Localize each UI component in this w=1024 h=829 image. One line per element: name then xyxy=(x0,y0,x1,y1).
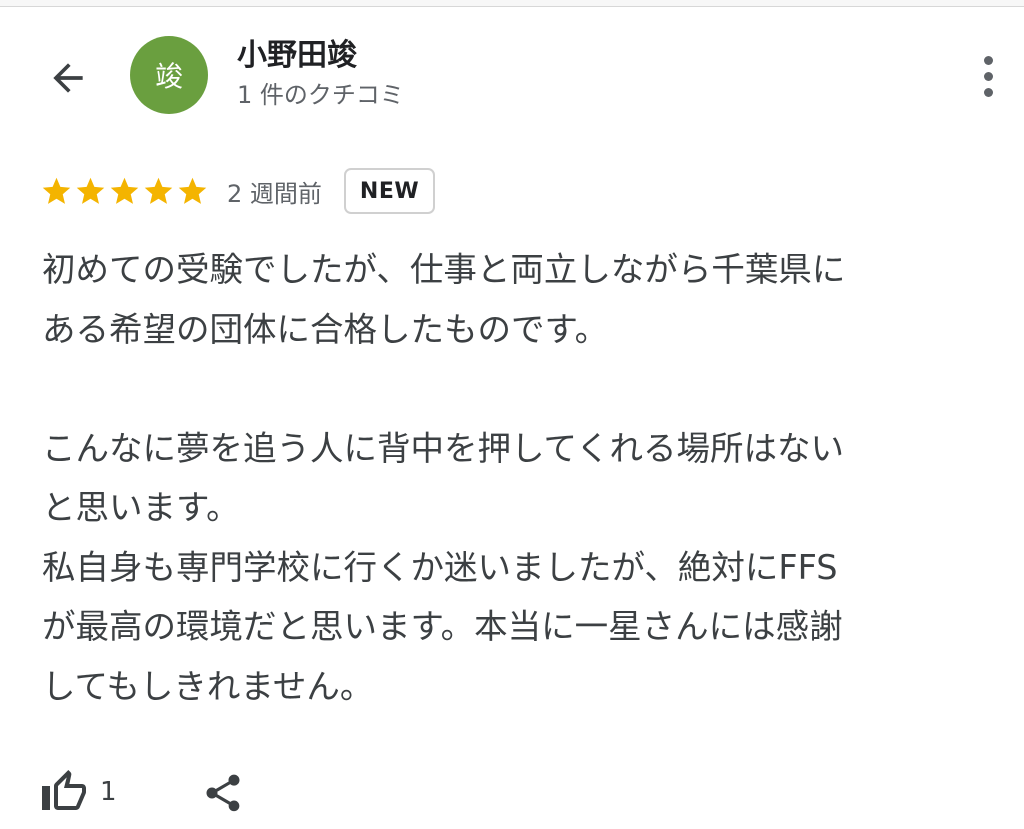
review-time: 2 週間前 xyxy=(227,179,322,208)
review-count: 1 件のクチコミ xyxy=(237,81,404,109)
like-button[interactable]: 1 xyxy=(40,766,117,818)
new-badge: NEW xyxy=(343,168,436,214)
review-text-line xyxy=(42,359,992,419)
review-text: 初めての受験でしたが、仕事と両立しながら千葉県に ある希望の団体に合格したものです… xyxy=(42,240,992,716)
review-text-line: 初めての受験でしたが、仕事と両立しながら千葉県に xyxy=(42,250,846,289)
more-options-button[interactable] xyxy=(966,50,1010,102)
top-divider xyxy=(0,0,1024,7)
author-name[interactable]: 小野田竣 xyxy=(237,36,357,76)
share-button[interactable] xyxy=(198,766,248,820)
more-vertical-icon xyxy=(983,55,993,65)
star-icon xyxy=(110,177,139,204)
like-count: 1 xyxy=(100,777,117,807)
thumbs-up-icon xyxy=(42,770,86,810)
review-text-line: と思います。 xyxy=(42,488,240,527)
review-text-line: ある希望の団体に合格したものです。 xyxy=(42,309,609,349)
review-meta: 2 週間前 NEW xyxy=(40,166,436,216)
share-icon xyxy=(206,774,240,812)
star-icon xyxy=(42,177,71,204)
star-icon xyxy=(144,177,173,204)
avatar-initial: 竣 xyxy=(154,60,183,93)
review-text-line: こんなに夢を追う人に背中を押してくれる場所はない xyxy=(42,428,844,468)
back-button[interactable] xyxy=(38,48,98,108)
review-text-line: が最高の環境だと思います。本当に一星さんには感謝 xyxy=(42,607,843,646)
more-vertical-icon-dot xyxy=(983,71,993,81)
review-text-line: 私自身も専門学校に行くか迷いましたが、絶対にFFS xyxy=(42,547,838,587)
star-rating xyxy=(40,175,209,208)
star-icon xyxy=(76,177,105,204)
arrow-left-icon xyxy=(53,63,83,93)
review-text-line: してもしきれません。 xyxy=(42,666,374,706)
star-icon xyxy=(178,177,207,204)
more-vertical-icon-dot xyxy=(983,87,993,97)
avatar[interactable]: 竣 xyxy=(130,36,208,114)
